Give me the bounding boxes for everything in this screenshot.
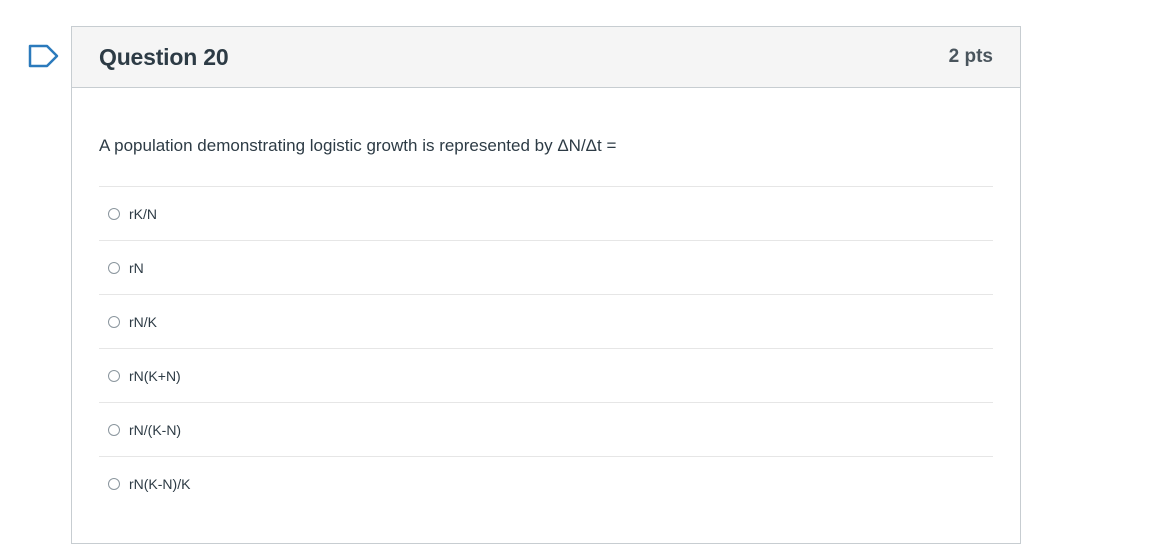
radio-button[interactable] (108, 423, 120, 436)
radio-button[interactable] (108, 477, 120, 490)
answer-option[interactable]: rN(K+N) (99, 349, 993, 403)
question-points: 2 pts (948, 46, 993, 67)
question-card: Question 20 2 pts A population demonstra… (71, 26, 1021, 544)
answer-option[interactable]: rN(K-N)/K (99, 457, 993, 510)
answer-label: rK/N (129, 205, 157, 222)
answer-list: rK/N rN rN/K rN(K+N) rN/(K-N) rN(K-N)/K (99, 186, 993, 510)
flag-question-icon[interactable] (27, 43, 61, 69)
question-text: A population demonstrating logistic grow… (99, 136, 617, 155)
radio-button[interactable] (108, 261, 120, 274)
question-title: Question 20 (99, 43, 229, 70)
radio-button[interactable] (108, 315, 120, 328)
answer-label: rN/K (129, 313, 157, 330)
answer-label: rN (129, 259, 144, 276)
answer-label: rN/(K-N) (129, 421, 182, 438)
question-header: Question 20 2 pts (72, 27, 1020, 88)
question-body: A population demonstrating logistic grow… (72, 88, 1020, 510)
radio-button[interactable] (108, 207, 120, 220)
answer-option[interactable]: rN (99, 241, 993, 295)
answer-label: rN(K+N) (129, 367, 181, 384)
answer-option[interactable]: rN/K (99, 295, 993, 349)
answer-label: rN(K-N)/K (129, 475, 191, 492)
radio-button[interactable] (108, 369, 120, 382)
answer-option[interactable]: rN/(K-N) (99, 403, 993, 457)
answer-option[interactable]: rK/N (99, 187, 993, 241)
